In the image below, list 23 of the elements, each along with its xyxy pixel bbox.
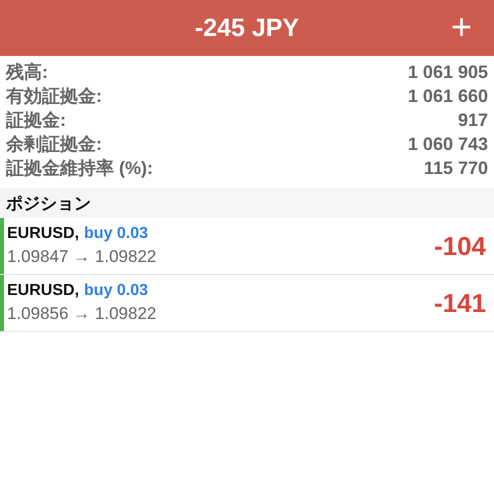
position-side: buy 0.03 xyxy=(84,225,148,243)
summary-label: 証拠金維持率 (%): xyxy=(6,157,153,180)
summary-label: 証拠金: xyxy=(6,109,66,132)
section-title: ポジション xyxy=(6,192,91,214)
position-profit: -141 xyxy=(434,288,487,318)
summary-value: 917 xyxy=(458,110,488,130)
position-symbol: EURUSD, xyxy=(7,282,80,300)
add-button[interactable]: + xyxy=(450,8,472,46)
position-prices: 1.09847 → 1.09822 xyxy=(7,247,158,267)
summary-label: 余剰証拠金: xyxy=(6,133,102,156)
header-title: -245 JPY xyxy=(194,14,300,42)
position-profit: -104 xyxy=(434,230,487,262)
summary-value: 115 770 xyxy=(424,158,488,178)
position-side: buy 0.03 xyxy=(84,282,148,300)
position-prices: 1.09856 → 1.09822 xyxy=(7,304,158,324)
summary-label: 残高: xyxy=(6,61,48,84)
summary-value: 1 060 743 xyxy=(408,134,488,154)
position-row[interactable]: EURUSD, buy 0.03 1.09856 → 1.09822 -141 xyxy=(0,275,494,332)
summary-value: 1 061 660 xyxy=(408,86,488,106)
position-row[interactable]: EURUSD, buy 0.03 1.09847 → 1.09822 -104 xyxy=(0,218,494,275)
summary-value: 1 061 905 xyxy=(408,62,488,82)
position-symbol: EURUSD, xyxy=(7,225,80,243)
summary-label: 有効証拠金: xyxy=(6,85,102,108)
